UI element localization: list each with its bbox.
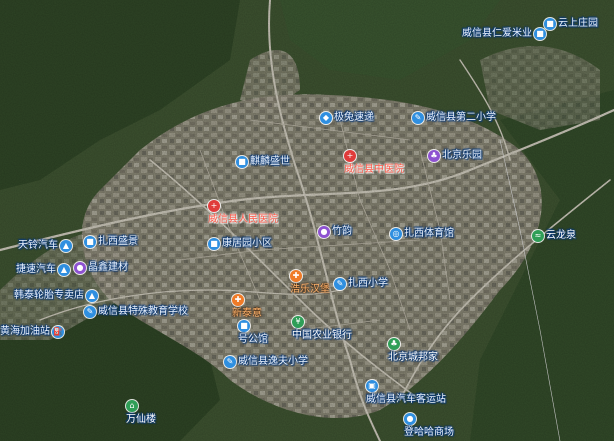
poi-zhaxixiao[interactable]: ✎ 扎西小学 bbox=[334, 278, 388, 290]
poi-jiayou[interactable]: 黄海加油站 ⛽ bbox=[0, 326, 64, 338]
poi-renmin[interactable]: + 威信县人民医院 bbox=[208, 200, 278, 226]
car-icon[interactable]: ▲ bbox=[58, 264, 70, 276]
poi-label[interactable]: 威信县特殊教育学校 bbox=[98, 306, 188, 318]
poi-label[interactable]: 号公馆 bbox=[238, 334, 268, 346]
food-icon[interactable]: ✚ bbox=[232, 294, 244, 306]
poi-yunlong[interactable]: ≈ 云龙泉 bbox=[532, 230, 576, 242]
poi-zhongyi[interactable]: + 威信县中医院 bbox=[344, 150, 404, 176]
poi-renai[interactable]: 威信县仁爱米业 ■ bbox=[462, 28, 546, 40]
fuel-icon[interactable]: ⛽ bbox=[52, 326, 64, 338]
shop-icon[interactable]: ● bbox=[74, 262, 86, 274]
poi-dengha[interactable]: ● 登哈哈商场 bbox=[404, 413, 454, 439]
poi-tianling[interactable]: 天铃汽车 ▲ bbox=[18, 240, 72, 252]
satellite-map[interactable] bbox=[0, 0, 614, 441]
poi-label[interactable]: 捷速汽车 bbox=[16, 264, 56, 276]
poi-xiaotian[interactable]: ✎ 威信县逸夫小学 bbox=[224, 356, 308, 368]
poi-wanxian[interactable]: ⌂ 万仙楼 bbox=[126, 400, 156, 426]
poi-kangju[interactable]: ■ 康居园小区 bbox=[208, 238, 272, 250]
poi-jiancai[interactable]: ● 晶鑫建材 bbox=[74, 262, 128, 274]
poi-xinglu[interactable]: ✚ 新泰意 bbox=[232, 294, 262, 320]
poi-label[interactable]: 极兔速递 bbox=[334, 112, 374, 124]
poi-label[interactable]: 竹韵 bbox=[332, 226, 352, 238]
poi-label[interactable]: 威信县中医院 bbox=[344, 164, 404, 176]
school-icon[interactable]: ✎ bbox=[412, 112, 424, 124]
building-icon[interactable]: ■ bbox=[238, 320, 250, 332]
car-icon[interactable]: ▲ bbox=[60, 240, 72, 252]
poi-jingxi[interactable]: ♣ 北京乐园 bbox=[428, 150, 482, 162]
poi-label[interactable]: 晶鑫建材 bbox=[88, 262, 128, 274]
poi-label[interactable]: 威信县第二小学 bbox=[426, 112, 496, 124]
building-icon[interactable]: ■ bbox=[208, 238, 220, 250]
poi-label[interactable]: 云上庄园 bbox=[558, 18, 598, 30]
poi-label[interactable]: 麒麟盛世 bbox=[250, 156, 290, 168]
poi-label[interactable]: 北京乐园 bbox=[442, 150, 482, 162]
poi-label[interactable]: 新泰意 bbox=[232, 308, 262, 320]
poi-label[interactable]: 登哈哈商场 bbox=[404, 427, 454, 439]
poi-zhuyu[interactable]: ● 竹韵 bbox=[318, 226, 352, 238]
poi-jiesu[interactable]: 捷速汽车 ▲ bbox=[16, 264, 70, 276]
poi-tejiao[interactable]: ✎ 威信县特殊教育学校 bbox=[84, 306, 188, 318]
poi-label[interactable]: 威信县汽车客运站 bbox=[366, 394, 446, 406]
school-icon[interactable]: ✎ bbox=[334, 278, 346, 290]
poi-label[interactable]: 中国农业银行 bbox=[292, 330, 352, 342]
poi-wangong[interactable]: ■ 号公馆 bbox=[238, 320, 268, 346]
poi-label[interactable]: 黄海加油站 bbox=[0, 326, 50, 338]
poi-label[interactable]: 万仙楼 bbox=[126, 414, 156, 426]
poi-label[interactable]: 天铃汽车 bbox=[18, 240, 58, 252]
hospital-icon[interactable]: + bbox=[208, 200, 220, 212]
building-icon[interactable]: ■ bbox=[84, 236, 96, 248]
poi-luntai[interactable]: 韩泰轮胎专卖店 ▲ bbox=[14, 290, 98, 302]
poi-zaxi[interactable]: ■ 扎西盛景 bbox=[84, 236, 138, 248]
car-icon[interactable]: ▲ bbox=[86, 290, 98, 302]
hospital-icon[interactable]: + bbox=[344, 150, 356, 162]
sport-icon[interactable]: ◎ bbox=[390, 228, 402, 240]
poi-yunshang[interactable]: ■ 云上庄园 bbox=[544, 18, 598, 30]
poi-qilin[interactable]: ■ 麒麟盛世 bbox=[236, 156, 290, 168]
school-icon[interactable]: ✎ bbox=[84, 306, 96, 318]
poi-label[interactable]: 威信县人民医院 bbox=[208, 214, 278, 226]
park-icon[interactable]: ♣ bbox=[388, 338, 400, 350]
poi-xiaoxue2[interactable]: ✎ 威信县第二小学 bbox=[412, 112, 496, 124]
bank-icon[interactable]: ¥ bbox=[292, 316, 304, 328]
food-icon[interactable]: ✚ bbox=[290, 270, 302, 282]
poi-haole[interactable]: ✚ 浩乐汉堡 bbox=[290, 270, 330, 296]
poi-tiyuguan[interactable]: ◎ 扎西体育馆 bbox=[390, 228, 454, 240]
poi-label[interactable]: 扎西体育馆 bbox=[404, 228, 454, 240]
poi-label[interactable]: 韩泰轮胎专卖店 bbox=[14, 290, 84, 302]
shop-icon[interactable]: ● bbox=[404, 413, 416, 425]
spring-icon[interactable]: ≈ bbox=[532, 230, 544, 242]
school-icon[interactable]: ✎ bbox=[224, 356, 236, 368]
box-icon[interactable]: ◆ bbox=[320, 112, 332, 124]
temple-icon[interactable]: ⌂ bbox=[126, 400, 138, 412]
building-icon[interactable]: ■ bbox=[236, 156, 248, 168]
poi-label[interactable]: 浩乐汉堡 bbox=[290, 284, 330, 296]
shop-icon[interactable]: ● bbox=[318, 226, 330, 238]
poi-qiche[interactable]: ▣ 威信县汽车客运站 bbox=[366, 380, 446, 406]
poi-ji[interactable]: ◆ 极兔速递 bbox=[320, 112, 374, 124]
poi-label[interactable]: 扎西盛景 bbox=[98, 236, 138, 248]
bus-icon[interactable]: ▣ bbox=[366, 380, 378, 392]
poi-label[interactable]: 扎西小学 bbox=[348, 278, 388, 290]
building-icon[interactable]: ■ bbox=[534, 28, 546, 40]
poi-label[interactable]: 北京城邦家 bbox=[388, 352, 438, 364]
poi-label[interactable]: 云龙泉 bbox=[546, 230, 576, 242]
poi-label[interactable]: 威信县仁爱米业 bbox=[462, 28, 532, 40]
poi-label[interactable]: 康居园小区 bbox=[222, 238, 272, 250]
poi-label[interactable]: 威信县逸夫小学 bbox=[238, 356, 308, 368]
park-icon[interactable]: ♣ bbox=[428, 150, 440, 162]
terrain-texture bbox=[0, 0, 614, 441]
poi-guangchang[interactable]: ¥ 中国农业银行 bbox=[292, 316, 352, 342]
poi-beijing[interactable]: ♣ 北京城邦家 bbox=[388, 338, 438, 364]
